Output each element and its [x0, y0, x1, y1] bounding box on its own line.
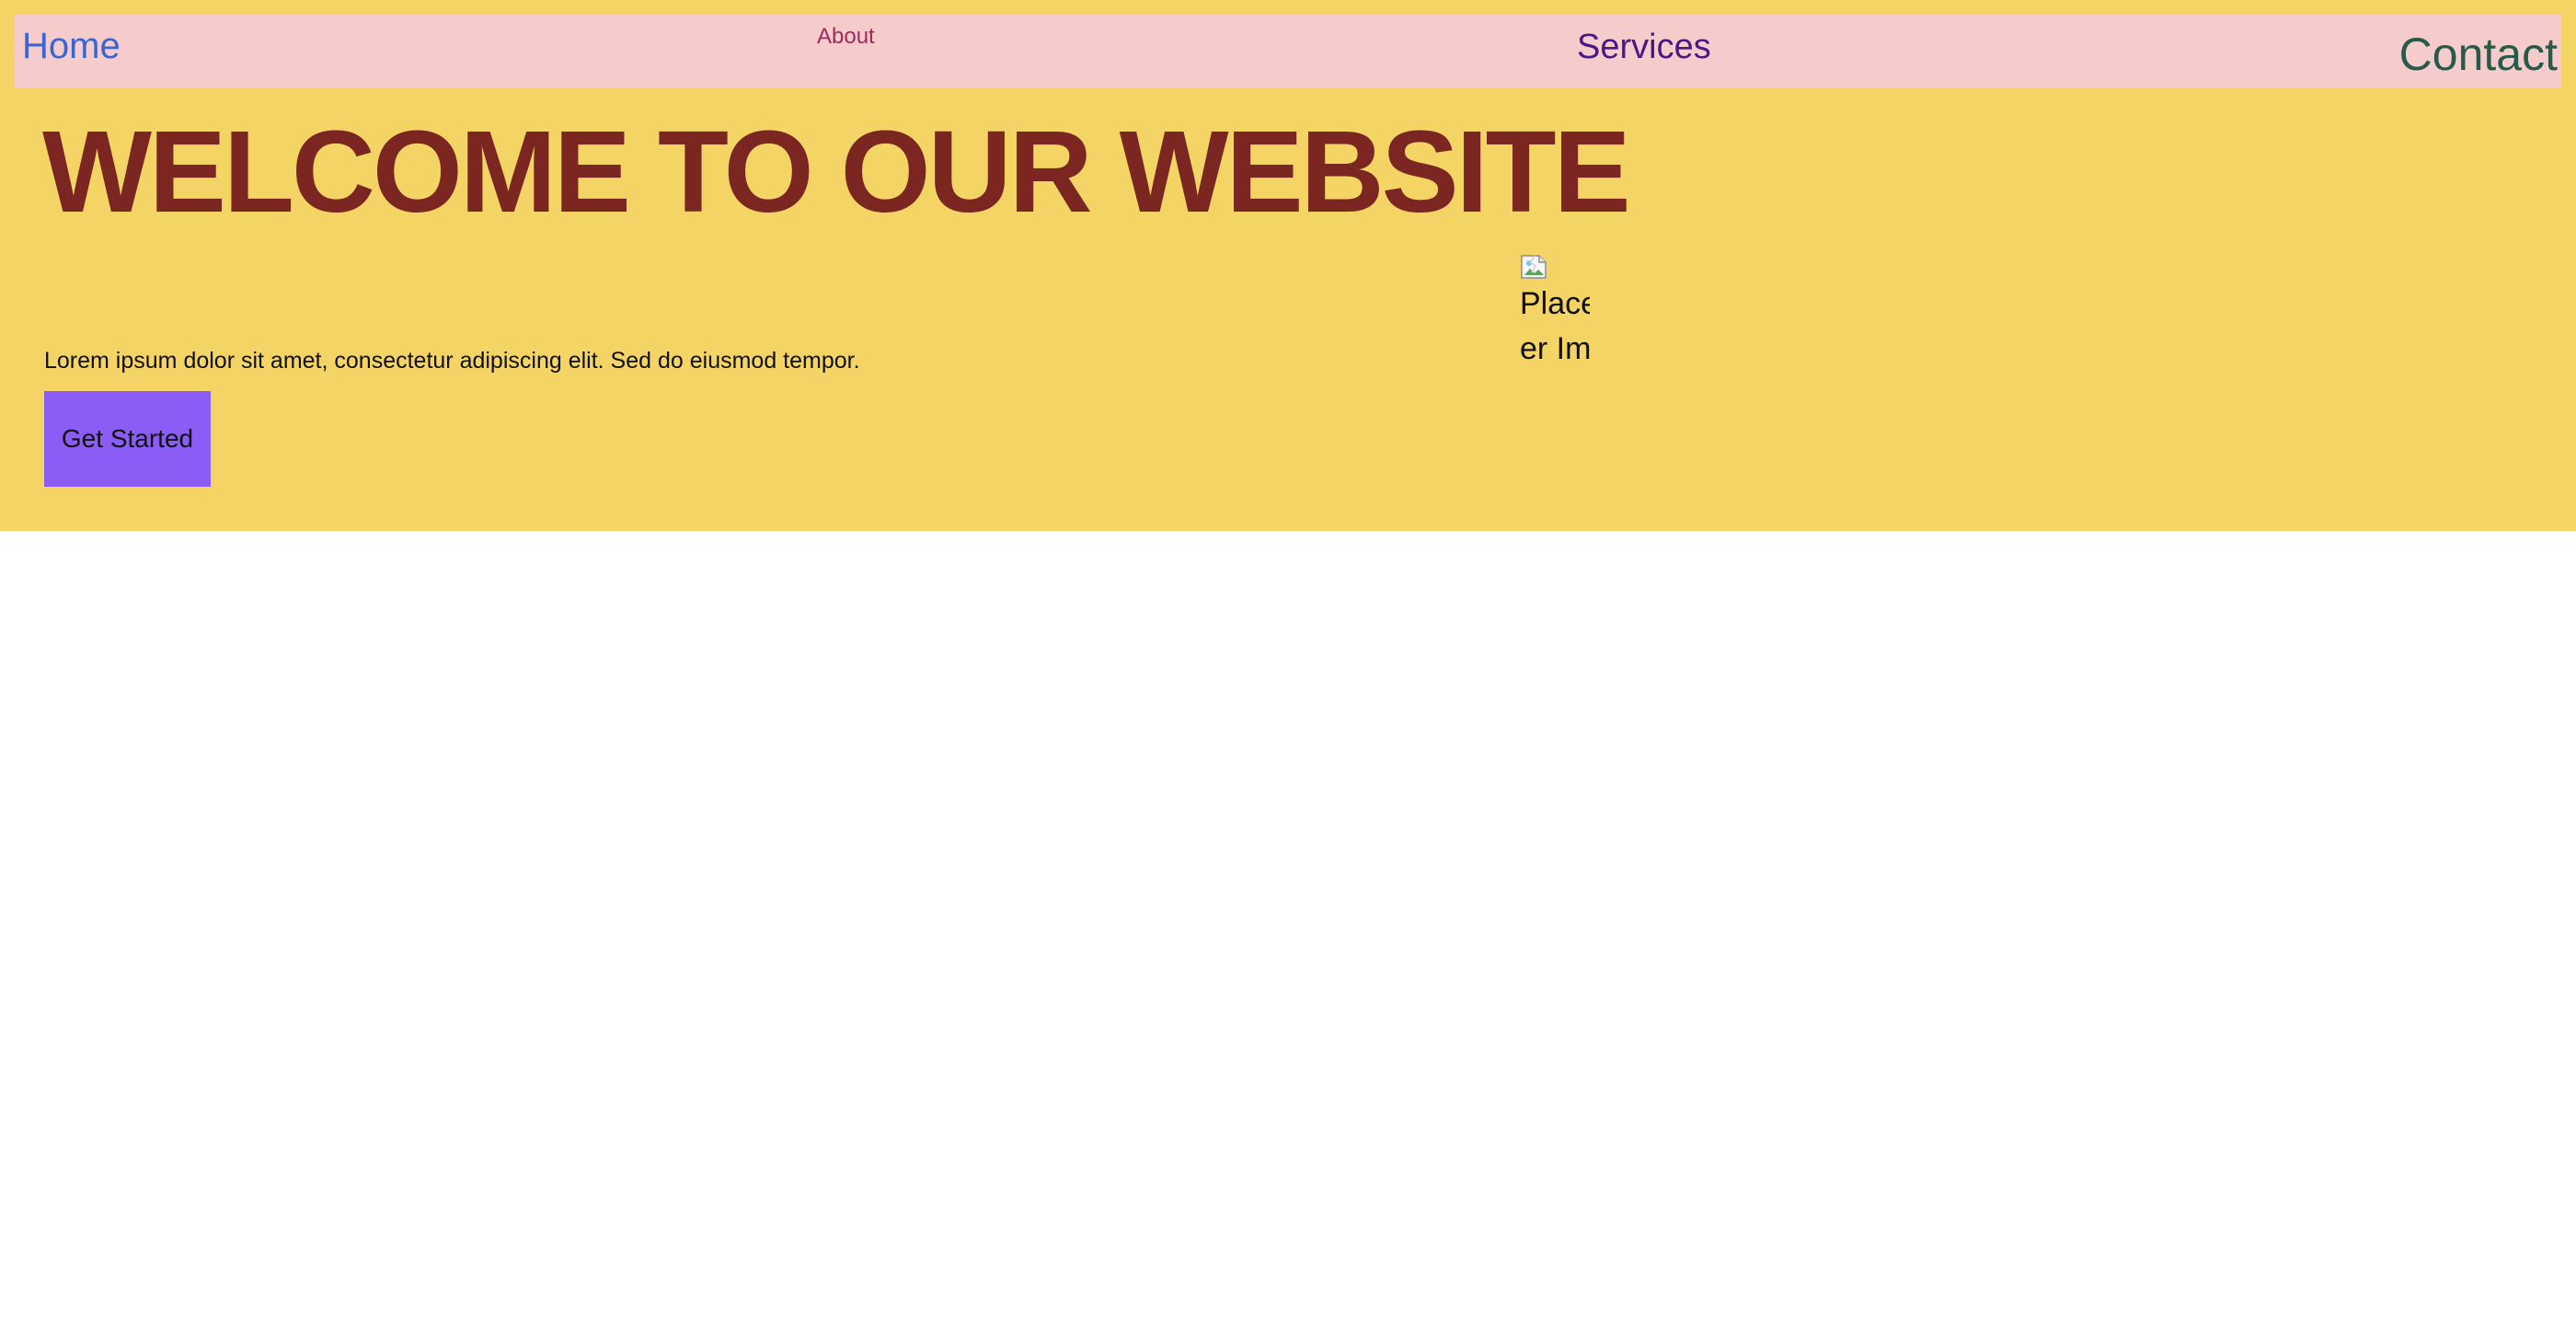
image-alt-text: Placeholder Image	[1520, 286, 1590, 367]
nav-about-link[interactable]: About	[817, 26, 875, 48]
top-navigation: Home About Services Contact	[15, 15, 2561, 88]
nav-services-link[interactable]: Services	[1577, 29, 1711, 64]
hero-description: Lorem ipsum dolor sit amet, consectetur …	[44, 348, 860, 374]
placeholder-image: Placeholder Image	[1520, 254, 1590, 374]
broken-image-icon	[1521, 255, 1547, 279]
page-title: WELCOME TO OUR WEBSITE	[42, 107, 1631, 236]
nav-home-link[interactable]: Home	[22, 28, 121, 64]
nav-contact-link[interactable]: Contact	[2399, 31, 2558, 77]
hero-section: Home About Services Contact WELCOME TO O…	[0, 0, 2576, 531]
get-started-button[interactable]: Get Started	[44, 391, 211, 487]
